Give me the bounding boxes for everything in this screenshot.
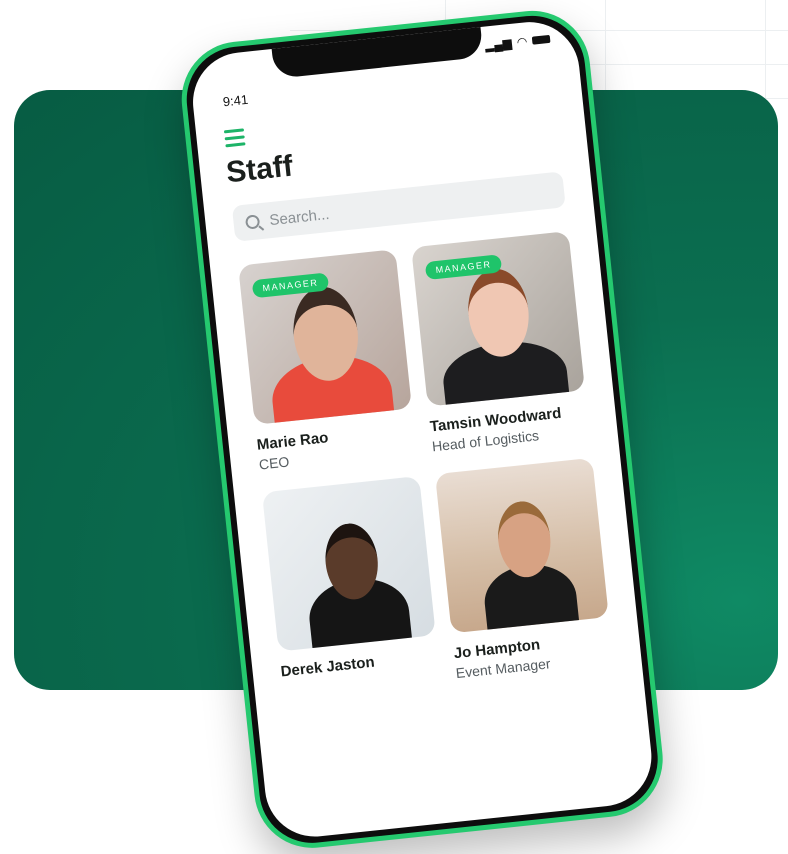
status-time: 9:41 [222,91,249,110]
phone-screen: 9:41 ▂▄▆ ◠ Staff Search... MANAGER Marie… [188,17,657,842]
staff-card[interactable]: MANAGER Tamsin Woodward Head of Logistic… [411,230,590,454]
status-icons: ▂▄▆ ◠ [484,32,551,53]
staff-card[interactable]: Derek Jaston [261,475,439,681]
phone-mockup: 9:41 ▂▄▆ ◠ Staff Search... MANAGER Marie… [176,5,669,854]
menu-icon[interactable] [223,128,246,151]
page-title: Staff [224,149,295,190]
signal-icon: ▂▄▆ [484,35,513,53]
wifi-icon: ◠ [516,34,528,50]
staff-photo: MANAGER [238,249,412,425]
staff-card[interactable]: MANAGER Marie Rao CEO [238,249,417,473]
staff-photo [434,457,609,634]
staff-card[interactable]: Jo Hampton Event Manager [434,457,614,681]
staff-photo: MANAGER [411,230,586,407]
search-placeholder: Search... [268,205,331,229]
search-icon [244,214,261,230]
staff-photo [261,475,436,652]
staff-name: Derek Jaston [279,653,376,681]
battery-icon [531,34,551,45]
